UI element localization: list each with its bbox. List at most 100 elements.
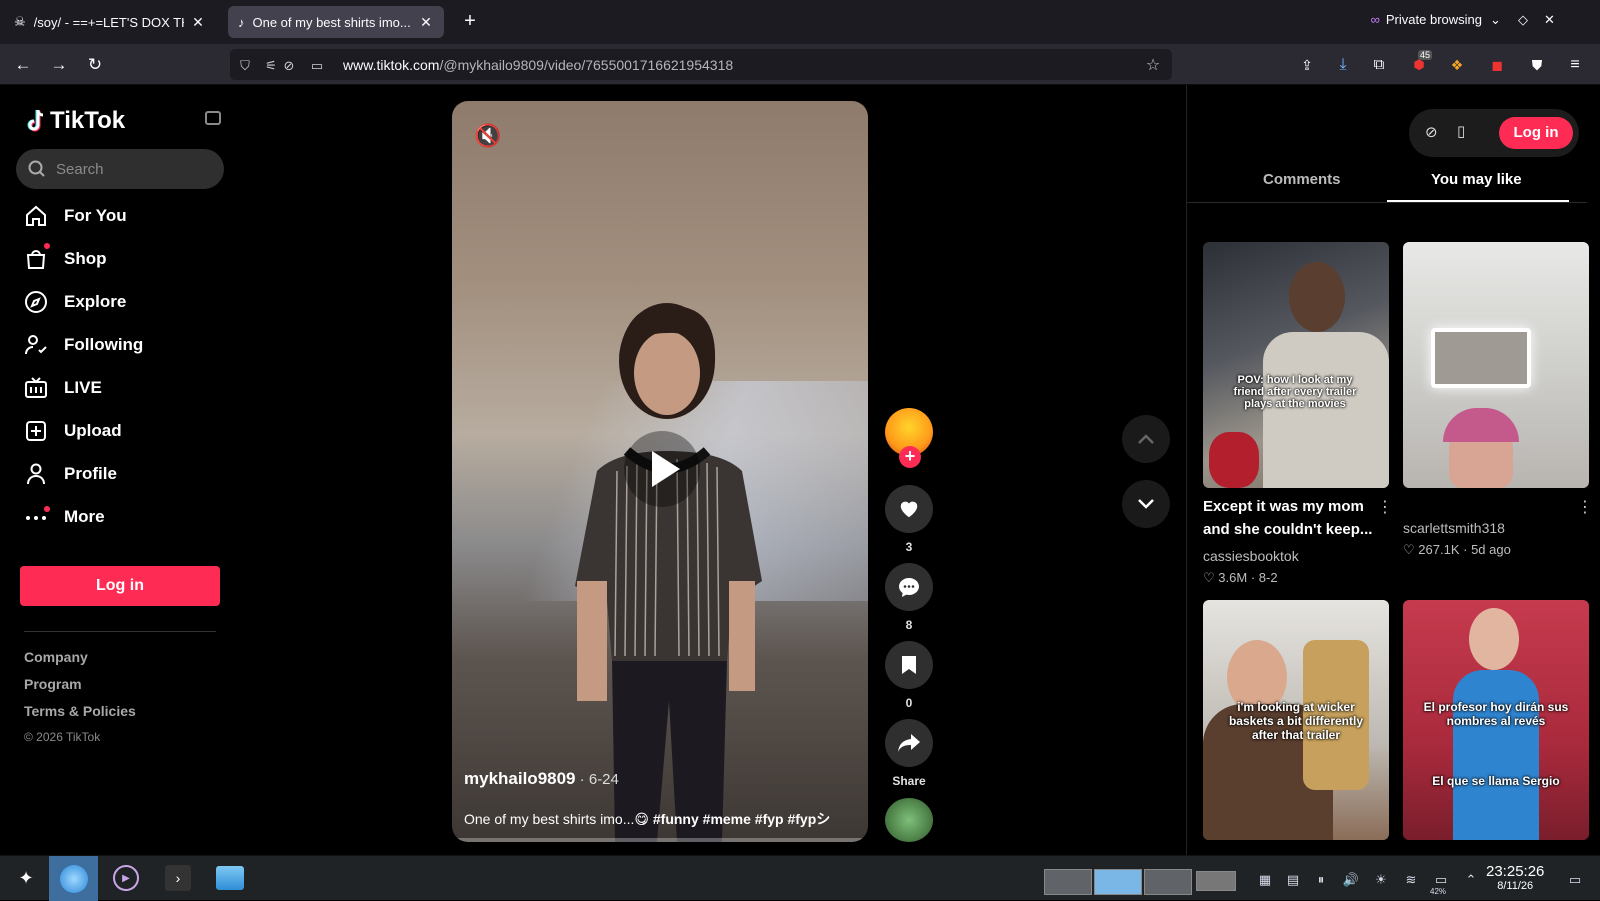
- save-button[interactable]: [885, 641, 933, 689]
- search-input[interactable]: Search: [16, 149, 224, 189]
- page-info-icon[interactable]: ▭: [308, 57, 326, 75]
- extension-shield-icon[interactable]: ⛊: [1524, 52, 1550, 78]
- nav-for-you[interactable]: For You: [24, 201, 127, 231]
- footer-terms-link[interactable]: Terms & Policies: [24, 703, 136, 719]
- extension-paw-icon[interactable]: ❖: [1444, 52, 1470, 78]
- download-icon[interactable]: ⤓: [1330, 52, 1356, 78]
- suggested-video-thumbnail[interactable]: El profesor hoy dirán sus nombres al rev…: [1403, 600, 1589, 840]
- wifi-icon[interactable]: ≋: [1402, 871, 1420, 889]
- more-options-icon[interactable]: ⋮: [1577, 497, 1593, 517]
- extension-red-icon[interactable]: ◼: [1484, 52, 1510, 78]
- nav-live[interactable]: LIVE: [24, 373, 102, 403]
- nav-shop[interactable]: Shop: [24, 244, 107, 274]
- virtual-desktop-4[interactable]: [1196, 871, 1236, 891]
- video-author[interactable]: mykhailo9809 · 6-24: [464, 769, 619, 789]
- thumbnail-overlay-text: El que se llama Sergio: [1432, 774, 1560, 788]
- nav-profile[interactable]: Profile: [24, 459, 117, 489]
- tab-you-may-like[interactable]: You may like: [1431, 171, 1522, 188]
- tab-comments[interactable]: Comments: [1263, 171, 1341, 188]
- search-placeholder: Search: [56, 160, 104, 178]
- like-count: 3.6M: [1218, 570, 1248, 585]
- browser-tab-soy[interactable]: ☠ /soy/ - ==+=LET'S DOX THIS ✕: [4, 6, 216, 38]
- tray-expand-chevron-icon[interactable]: ⌃: [1462, 871, 1480, 889]
- nav-following[interactable]: Following: [24, 330, 143, 360]
- permissions-icon[interactable]: ⚟: [262, 57, 280, 75]
- comment-button[interactable]: [885, 563, 933, 611]
- play-button[interactable]: [624, 431, 700, 507]
- top-login-button[interactable]: Log in: [1499, 117, 1573, 149]
- nav-more[interactable]: More: [24, 502, 105, 532]
- tracking-blocked-icon[interactable]: ⊘: [280, 57, 298, 75]
- coin-icon[interactable]: ⊘: [1425, 123, 1438, 141]
- suggested-video-title[interactable]: Except it was my mom: [1203, 495, 1364, 518]
- video-player[interactable]: 🔇 mykhailo9809 · 6-24 One of my best shi…: [452, 101, 868, 842]
- footer-company-link[interactable]: Company: [24, 649, 88, 665]
- like-button[interactable]: [885, 485, 933, 533]
- phone-icon[interactable]: ▯: [1457, 122, 1465, 140]
- taskbar-firefox[interactable]: [49, 856, 98, 901]
- nav-explore[interactable]: Explore: [24, 287, 126, 317]
- browser-tab-tiktok[interactable]: ♪ One of my best shirts imo... ✕: [228, 6, 444, 38]
- clipboard-icon[interactable]: ▦: [1256, 871, 1274, 889]
- virtual-desktop-2[interactable]: [1094, 869, 1142, 895]
- tiktok-favicon-icon: ♪: [238, 14, 245, 30]
- shield-icon[interactable]: ⛉: [236, 57, 254, 75]
- right-panel: ⊘ ▯ Log in Comments You may like POV: ho…: [1186, 85, 1600, 855]
- share-button[interactable]: [885, 719, 933, 767]
- taskbar-terminal[interactable]: ›: [162, 862, 194, 894]
- taskbar-media-player[interactable]: ▶: [110, 862, 142, 894]
- previous-video-button[interactable]: [1122, 415, 1170, 463]
- media-player-icon: ▶: [113, 865, 139, 891]
- suggested-video-stats: ♡ 267.1K · 5d ago: [1403, 542, 1511, 558]
- suggested-video-title[interactable]: and she couldn't keep...: [1203, 518, 1372, 541]
- virtual-desktop-1[interactable]: [1044, 869, 1092, 895]
- mute-icon[interactable]: 🔇: [474, 123, 501, 149]
- pause-icon[interactable]: ⏸: [1312, 871, 1330, 889]
- url-bar[interactable]: ⛉ ⚟ ⊘ ▭ www.tiktok.com/@mykhailo9809/vid…: [230, 49, 1172, 80]
- url-text[interactable]: www.tiktok.com/@mykhailo9809/video/76550…: [343, 57, 733, 73]
- collapse-sidebar-icon[interactable]: [205, 111, 221, 125]
- forward-button[interactable]: →: [46, 52, 72, 78]
- video-progress-bar[interactable]: [452, 838, 868, 842]
- home-icon: [26, 205, 46, 226]
- video-hashtags[interactable]: #funny #meme #fyp #fypシ: [653, 811, 830, 827]
- share-label: Share: [892, 774, 926, 788]
- tiktok-logo[interactable]: TikTok: [24, 107, 125, 135]
- footer-program-link[interactable]: Program: [24, 676, 82, 692]
- clock[interactable]: 23:25:26 8/11/26: [1486, 864, 1544, 894]
- clock-time: 23:25:26: [1486, 863, 1545, 880]
- bookmark-star-icon[interactable]: ☆: [1144, 57, 1162, 75]
- close-tab-icon[interactable]: ✕: [190, 14, 206, 31]
- suggested-video-thumbnail[interactable]: POV: how I look at my friend after every…: [1203, 242, 1389, 488]
- tab-list-chevron-icon[interactable]: ⌄: [1490, 12, 1501, 28]
- more-options-icon[interactable]: ⋮: [1377, 497, 1393, 517]
- taskbar-file-manager[interactable]: [214, 862, 246, 894]
- suggested-video-thumbnail[interactable]: i'm looking at wicker baskets a bit diff…: [1203, 600, 1389, 840]
- brightness-icon[interactable]: ☀: [1372, 871, 1390, 889]
- suggested-video-author[interactable]: scarlettsmith318: [1403, 520, 1505, 536]
- app-launcher-icon[interactable]: ✦: [10, 862, 42, 894]
- next-video-button[interactable]: [1122, 480, 1170, 528]
- folder-icon: [216, 866, 244, 890]
- close-tab-icon[interactable]: ✕: [418, 14, 434, 31]
- pocket-icon[interactable]: ⇪: [1294, 52, 1320, 78]
- separator: ·: [1463, 542, 1472, 557]
- menu-hamburger-icon[interactable]: ≡: [1562, 52, 1588, 78]
- extensions-icon[interactable]: ⧉: [1366, 52, 1392, 78]
- sidebar-login-button[interactable]: Log in: [20, 566, 220, 606]
- suggested-video-thumbnail[interactable]: [1403, 242, 1589, 488]
- window-close-icon[interactable]: ✕: [1544, 12, 1555, 28]
- volume-icon[interactable]: 🔊: [1342, 871, 1360, 889]
- music-disc[interactable]: [885, 798, 933, 842]
- new-tab-button[interactable]: +: [458, 10, 482, 34]
- follow-button[interactable]: +: [899, 446, 921, 468]
- show-desktop-icon[interactable]: ▭: [1566, 871, 1584, 889]
- back-button[interactable]: ←: [10, 52, 36, 78]
- suggested-video-author[interactable]: cassiesbooktok: [1203, 548, 1299, 564]
- nav-upload[interactable]: Upload: [24, 416, 122, 446]
- copyright-text: © 2026 TikTok: [24, 730, 101, 744]
- window-minimize-icon[interactable]: ◇: [1518, 12, 1528, 28]
- reload-button[interactable]: ↻: [82, 52, 108, 78]
- notes-icon[interactable]: ▤: [1284, 871, 1302, 889]
- virtual-desktop-3[interactable]: [1144, 869, 1192, 895]
